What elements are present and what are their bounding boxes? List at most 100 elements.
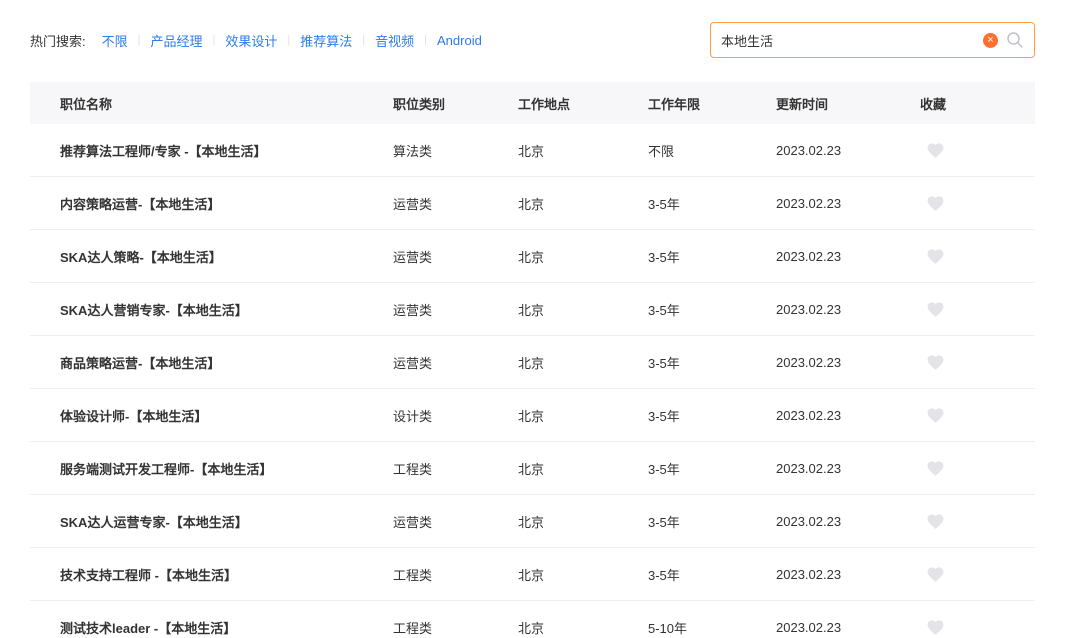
search-box[interactable]: × — [710, 22, 1035, 58]
hot-search-bar: 热门搜索: 不限|产品经理|效果设计|推荐算法|音视频|Android — [30, 31, 492, 50]
job-experience: 3-5年 — [648, 512, 776, 531]
job-title[interactable]: 商品策略运营-【本地生活】 — [30, 353, 393, 372]
table-body: 推荐算法工程师/专家 -【本地生活】算法类北京不限2023.02.23内容策略运… — [30, 124, 1035, 638]
job-category: 运营类 — [393, 194, 518, 213]
job-updated: 2023.02.23 — [776, 514, 920, 529]
hot-search-link-2[interactable]: 效果设计 — [225, 31, 277, 50]
job-title[interactable]: 推荐算法工程师/专家 -【本地生活】 — [30, 141, 393, 160]
favorite-heart-icon[interactable] — [926, 353, 945, 372]
favorite-cell — [920, 406, 1005, 425]
table-row: SKA达人策略-【本地生活】运营类北京3-5年2023.02.23 — [30, 230, 1035, 283]
job-location: 北京 — [518, 512, 648, 531]
link-divider: | — [424, 34, 427, 46]
link-divider: | — [138, 34, 141, 46]
hot-search-label: 热门搜索: — [30, 31, 86, 50]
job-experience: 3-5年 — [648, 406, 776, 425]
job-category: 运营类 — [393, 353, 518, 372]
job-title[interactable]: SKA达人运营专家-【本地生活】 — [30, 512, 393, 531]
job-search-page: 热门搜索: 不限|产品经理|效果设计|推荐算法|音视频|Android × 职位… — [30, 0, 1035, 638]
job-category: 运营类 — [393, 247, 518, 266]
favorite-cell — [920, 459, 1005, 478]
job-updated: 2023.02.23 — [776, 567, 920, 582]
job-experience: 3-5年 — [648, 300, 776, 319]
job-updated: 2023.02.23 — [776, 355, 920, 370]
job-updated: 2023.02.23 — [776, 302, 920, 317]
hot-search-link-5[interactable]: Android — [437, 33, 482, 48]
job-location: 北京 — [518, 459, 648, 478]
hot-search-links: 不限|产品经理|效果设计|推荐算法|音视频|Android — [92, 31, 492, 50]
link-divider: | — [287, 34, 290, 46]
favorite-cell — [920, 618, 1005, 637]
column-header-2: 工作地点 — [518, 94, 648, 113]
favorite-cell — [920, 512, 1005, 531]
job-experience: 3-5年 — [648, 194, 776, 213]
favorite-heart-icon[interactable] — [926, 300, 945, 319]
job-location: 北京 — [518, 194, 648, 213]
favorite-cell — [920, 194, 1005, 213]
favorite-heart-icon[interactable] — [926, 247, 945, 266]
table-row: 体验设计师-【本地生活】设计类北京3-5年2023.02.23 — [30, 389, 1035, 442]
job-category: 工程类 — [393, 565, 518, 584]
table-row: 技术支持工程师 -【本地生活】工程类北京3-5年2023.02.23 — [30, 548, 1035, 601]
table-header: 职位名称职位类别工作地点工作年限更新时间收藏 — [30, 82, 1035, 124]
favorite-heart-icon[interactable] — [926, 459, 945, 478]
job-title[interactable]: 体验设计师-【本地生活】 — [30, 406, 393, 425]
favorite-heart-icon[interactable] — [926, 512, 945, 531]
job-updated: 2023.02.23 — [776, 196, 920, 211]
job-title[interactable]: 服务端测试开发工程师-【本地生活】 — [30, 459, 393, 478]
job-updated: 2023.02.23 — [776, 143, 920, 158]
table-row: 测试技术leader -【本地生活】工程类北京5-10年2023.02.23 — [30, 601, 1035, 638]
clear-search-icon[interactable]: × — [983, 33, 998, 48]
job-location: 北京 — [518, 300, 648, 319]
job-updated: 2023.02.23 — [776, 408, 920, 423]
job-experience: 不限 — [648, 141, 776, 160]
job-title[interactable]: 技术支持工程师 -【本地生活】 — [30, 565, 393, 584]
job-location: 北京 — [518, 406, 648, 425]
job-title[interactable]: 内容策略运营-【本地生活】 — [30, 194, 393, 213]
job-category: 算法类 — [393, 141, 518, 160]
job-location: 北京 — [518, 565, 648, 584]
job-experience: 3-5年 — [648, 353, 776, 372]
search-icon[interactable] — [1006, 31, 1024, 49]
table-row: 推荐算法工程师/专家 -【本地生活】算法类北京不限2023.02.23 — [30, 124, 1035, 177]
favorite-heart-icon[interactable] — [926, 406, 945, 425]
job-title[interactable]: SKA达人营销专家-【本地生活】 — [30, 300, 393, 319]
job-category: 工程类 — [393, 459, 518, 478]
column-header-0: 职位名称 — [30, 94, 393, 113]
favorite-cell — [920, 247, 1005, 266]
hot-search-link-0[interactable]: 不限 — [102, 31, 128, 50]
job-category: 运营类 — [393, 300, 518, 319]
hot-search-link-4[interactable]: 音视频 — [375, 31, 414, 50]
hot-search-link-3[interactable]: 推荐算法 — [300, 31, 352, 50]
table-row: SKA达人营销专家-【本地生活】运营类北京3-5年2023.02.23 — [30, 283, 1035, 336]
job-location: 北京 — [518, 141, 648, 160]
favorite-cell — [920, 300, 1005, 319]
job-category: 设计类 — [393, 406, 518, 425]
favorite-cell — [920, 141, 1005, 160]
job-experience: 3-5年 — [648, 565, 776, 584]
table-row: 商品策略运营-【本地生活】运营类北京3-5年2023.02.23 — [30, 336, 1035, 389]
table-row: 内容策略运营-【本地生活】运营类北京3-5年2023.02.23 — [30, 177, 1035, 230]
job-experience: 3-5年 — [648, 459, 776, 478]
favorite-heart-icon[interactable] — [926, 565, 945, 584]
link-divider: | — [362, 34, 365, 46]
job-updated: 2023.02.23 — [776, 620, 920, 635]
favorite-heart-icon[interactable] — [926, 194, 945, 213]
job-title[interactable]: 测试技术leader -【本地生活】 — [30, 618, 393, 637]
hot-search-link-1[interactable]: 产品经理 — [151, 31, 203, 50]
column-header-1: 职位类别 — [393, 94, 518, 113]
job-location: 北京 — [518, 353, 648, 372]
favorite-cell — [920, 565, 1005, 584]
favorite-heart-icon[interactable] — [926, 618, 945, 637]
job-table: 职位名称职位类别工作地点工作年限更新时间收藏 推荐算法工程师/专家 -【本地生活… — [30, 82, 1035, 638]
top-bar: 热门搜索: 不限|产品经理|效果设计|推荐算法|音视频|Android × — [30, 0, 1035, 58]
job-experience: 3-5年 — [648, 247, 776, 266]
favorite-cell — [920, 353, 1005, 372]
job-category: 运营类 — [393, 512, 518, 531]
search-input[interactable] — [721, 33, 983, 48]
job-title[interactable]: SKA达人策略-【本地生活】 — [30, 247, 393, 266]
job-category: 工程类 — [393, 618, 518, 637]
column-header-4: 更新时间 — [776, 94, 920, 113]
favorite-heart-icon[interactable] — [926, 141, 945, 160]
job-location: 北京 — [518, 247, 648, 266]
